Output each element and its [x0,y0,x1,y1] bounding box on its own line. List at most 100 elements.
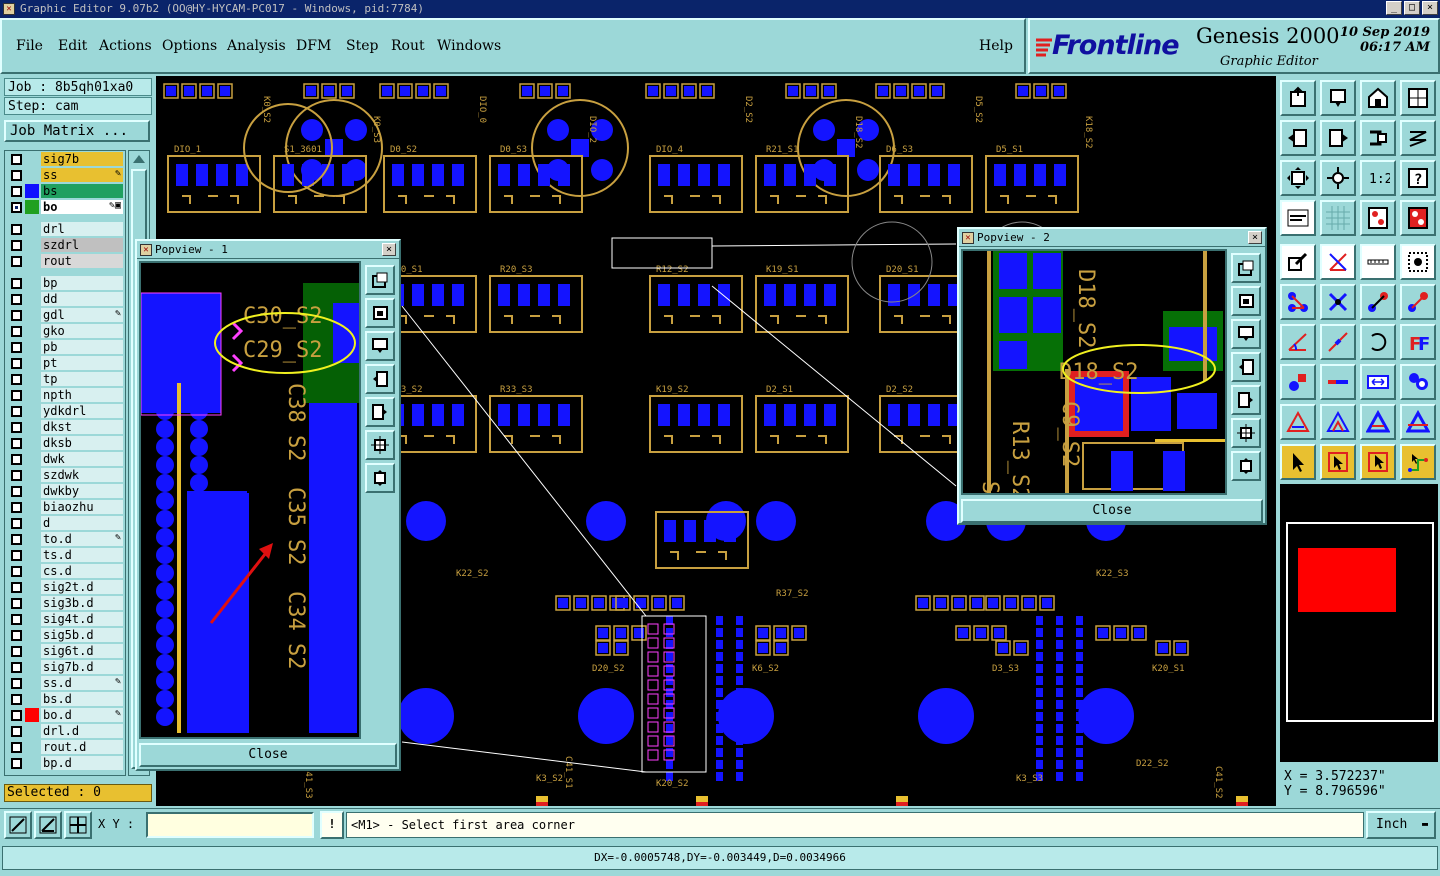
layer-checkbox[interactable] [11,358,22,369]
layer-row-npth[interactable]: npth [5,387,125,403]
layer-checkbox[interactable] [11,710,22,721]
layer-checkbox[interactable] [11,256,22,267]
layer-row-rout-d[interactable]: rout.d [5,739,125,755]
route-button[interactable] [1400,444,1436,480]
layer-checkbox[interactable] [11,170,22,181]
fit-button[interactable] [1280,160,1316,196]
layer-row-cs-d[interactable]: cs.d [5,563,125,579]
layer-checkbox[interactable] [11,310,22,321]
layer-row-biaozhu[interactable]: biaozhu [5,499,125,515]
range-button[interactable] [1360,364,1396,400]
edit-button[interactable] [1280,244,1316,280]
line-button[interactable] [1320,324,1356,360]
xy-input[interactable] [146,812,314,838]
window-button[interactable] [1400,80,1436,116]
layer-row-ss-d[interactable]: ss.d ✎ [5,675,125,691]
home-button[interactable] [1280,80,1316,116]
layers-button[interactable] [1360,200,1396,236]
layer-row-bp[interactable]: bp [5,275,125,291]
layer-row-sig4t-d[interactable]: sig4t.d [5,611,125,627]
grid-snap-button[interactable] [64,811,92,839]
layer-checkbox[interactable] [11,240,22,251]
layer-checkbox[interactable] [11,614,22,625]
connect-button[interactable] [1360,284,1396,320]
layer-row-tp[interactable]: tp [5,371,125,387]
layer-checkbox[interactable] [11,726,22,737]
pv2-pan-right-button[interactable] [1231,385,1261,415]
layer-checkbox[interactable] [11,582,22,593]
layer-checkbox[interactable] [11,294,22,305]
pv2-zoom-in-button[interactable] [1231,253,1261,283]
angle-button[interactable] [1280,324,1316,360]
layer-row-rout[interactable]: rout [5,253,125,269]
layers-red-button[interactable] [1400,200,1436,236]
layer-row-drl-d[interactable]: drl.d [5,723,125,739]
layer-row-sig7b-d[interactable]: sig7b.d [5,659,125,675]
warning-button[interactable]: ! [320,811,344,839]
cross-button[interactable] [1320,284,1356,320]
menu-dfm[interactable]: DFM [296,38,331,54]
arc-button[interactable] [1360,324,1396,360]
ruler-button[interactable] [1360,244,1396,280]
layer-checkbox[interactable] [11,662,22,673]
help-button[interactable]: ? [1400,160,1436,196]
layer-checkbox[interactable] [11,646,22,657]
popview-1-view[interactable]: C30_S2 C29_S2 C38 S2 C35 S2 C34 S2 [139,261,361,739]
layer-checkbox[interactable] [11,154,22,165]
layer-row-szdwk[interactable]: szdwk [5,467,125,483]
layer-row-bs[interactable]: bs [5,183,125,199]
pv2-home-button[interactable] [1231,319,1261,349]
center-button[interactable] [1320,160,1356,196]
layer-row-szdrl[interactable]: szdrl [5,237,125,253]
layer-row-dksb[interactable]: dksb [5,435,125,451]
pad-button[interactable] [1280,364,1316,400]
popview-2-close-x[interactable]: × [1248,231,1262,244]
layer-checkbox[interactable] [11,742,22,753]
pv1-center-button[interactable] [365,463,395,493]
maximize-button[interactable]: □ [1404,1,1420,15]
layer-row-pb[interactable]: pb [5,339,125,355]
layer-row-dwkby[interactable]: dwkby [5,483,125,499]
pv1-zoom-in-button[interactable] [365,265,395,295]
minus-button[interactable] [1320,364,1356,400]
layer-row-sig7b[interactable]: sig7b [5,151,125,167]
job-matrix-button[interactable]: Job Matrix ... [4,120,150,142]
layer-checkbox[interactable] [11,422,22,433]
layer-row-sig6t-d[interactable]: sig6t.d [5,643,125,659]
connect2-button[interactable] [1400,284,1436,320]
layer-row-gdl[interactable]: gdl ✎ [5,307,125,323]
menu-analysis[interactable]: Analysis [227,38,286,54]
net-button[interactable] [1280,284,1316,320]
box-button[interactable] [1400,244,1436,280]
layer-checkbox[interactable] [11,566,22,577]
layer-row-drl[interactable]: drl [5,221,125,237]
layer-checkbox[interactable] [11,224,22,235]
ratio-button[interactable]: 1:2 [1360,160,1396,196]
menu-windows[interactable]: Windows [437,38,501,54]
layer-checkbox[interactable] [11,486,22,497]
layer-row-bp-d[interactable]: bp.d [5,755,125,771]
pv1-pan-right-button[interactable] [365,397,395,427]
pv1-pan-left-button[interactable] [365,364,395,394]
layer-checkbox[interactable] [11,694,22,705]
snap-button[interactable] [1320,244,1356,280]
menu-rout[interactable]: Rout [391,38,425,54]
layer-row-d[interactable]: d [5,515,125,531]
layer-row-to-d[interactable]: to.d ✎ [5,531,125,547]
layer-checkbox[interactable] [11,454,22,465]
layer-checkbox[interactable] [11,534,22,545]
layer-checkbox[interactable] [11,374,22,385]
layer-checkbox[interactable] [11,678,22,689]
layer-color-swatch[interactable] [25,184,39,198]
layer-row-sig3b-d[interactable]: sig3b.d [5,595,125,611]
pv2-center-button[interactable] [1231,451,1261,481]
layer-checkbox[interactable] [11,406,22,417]
pv1-fit-button[interactable] [365,430,395,460]
pointer-button[interactable] [1280,444,1316,480]
measure-button[interactable] [1280,200,1316,236]
close-button[interactable]: × [1422,1,1438,15]
triangle2-button[interactable] [1320,404,1356,440]
popview-1-close-button[interactable]: Close [139,743,397,767]
layer-row-dwk[interactable]: dwk [5,451,125,467]
pan-right-button[interactable] [1320,120,1356,156]
